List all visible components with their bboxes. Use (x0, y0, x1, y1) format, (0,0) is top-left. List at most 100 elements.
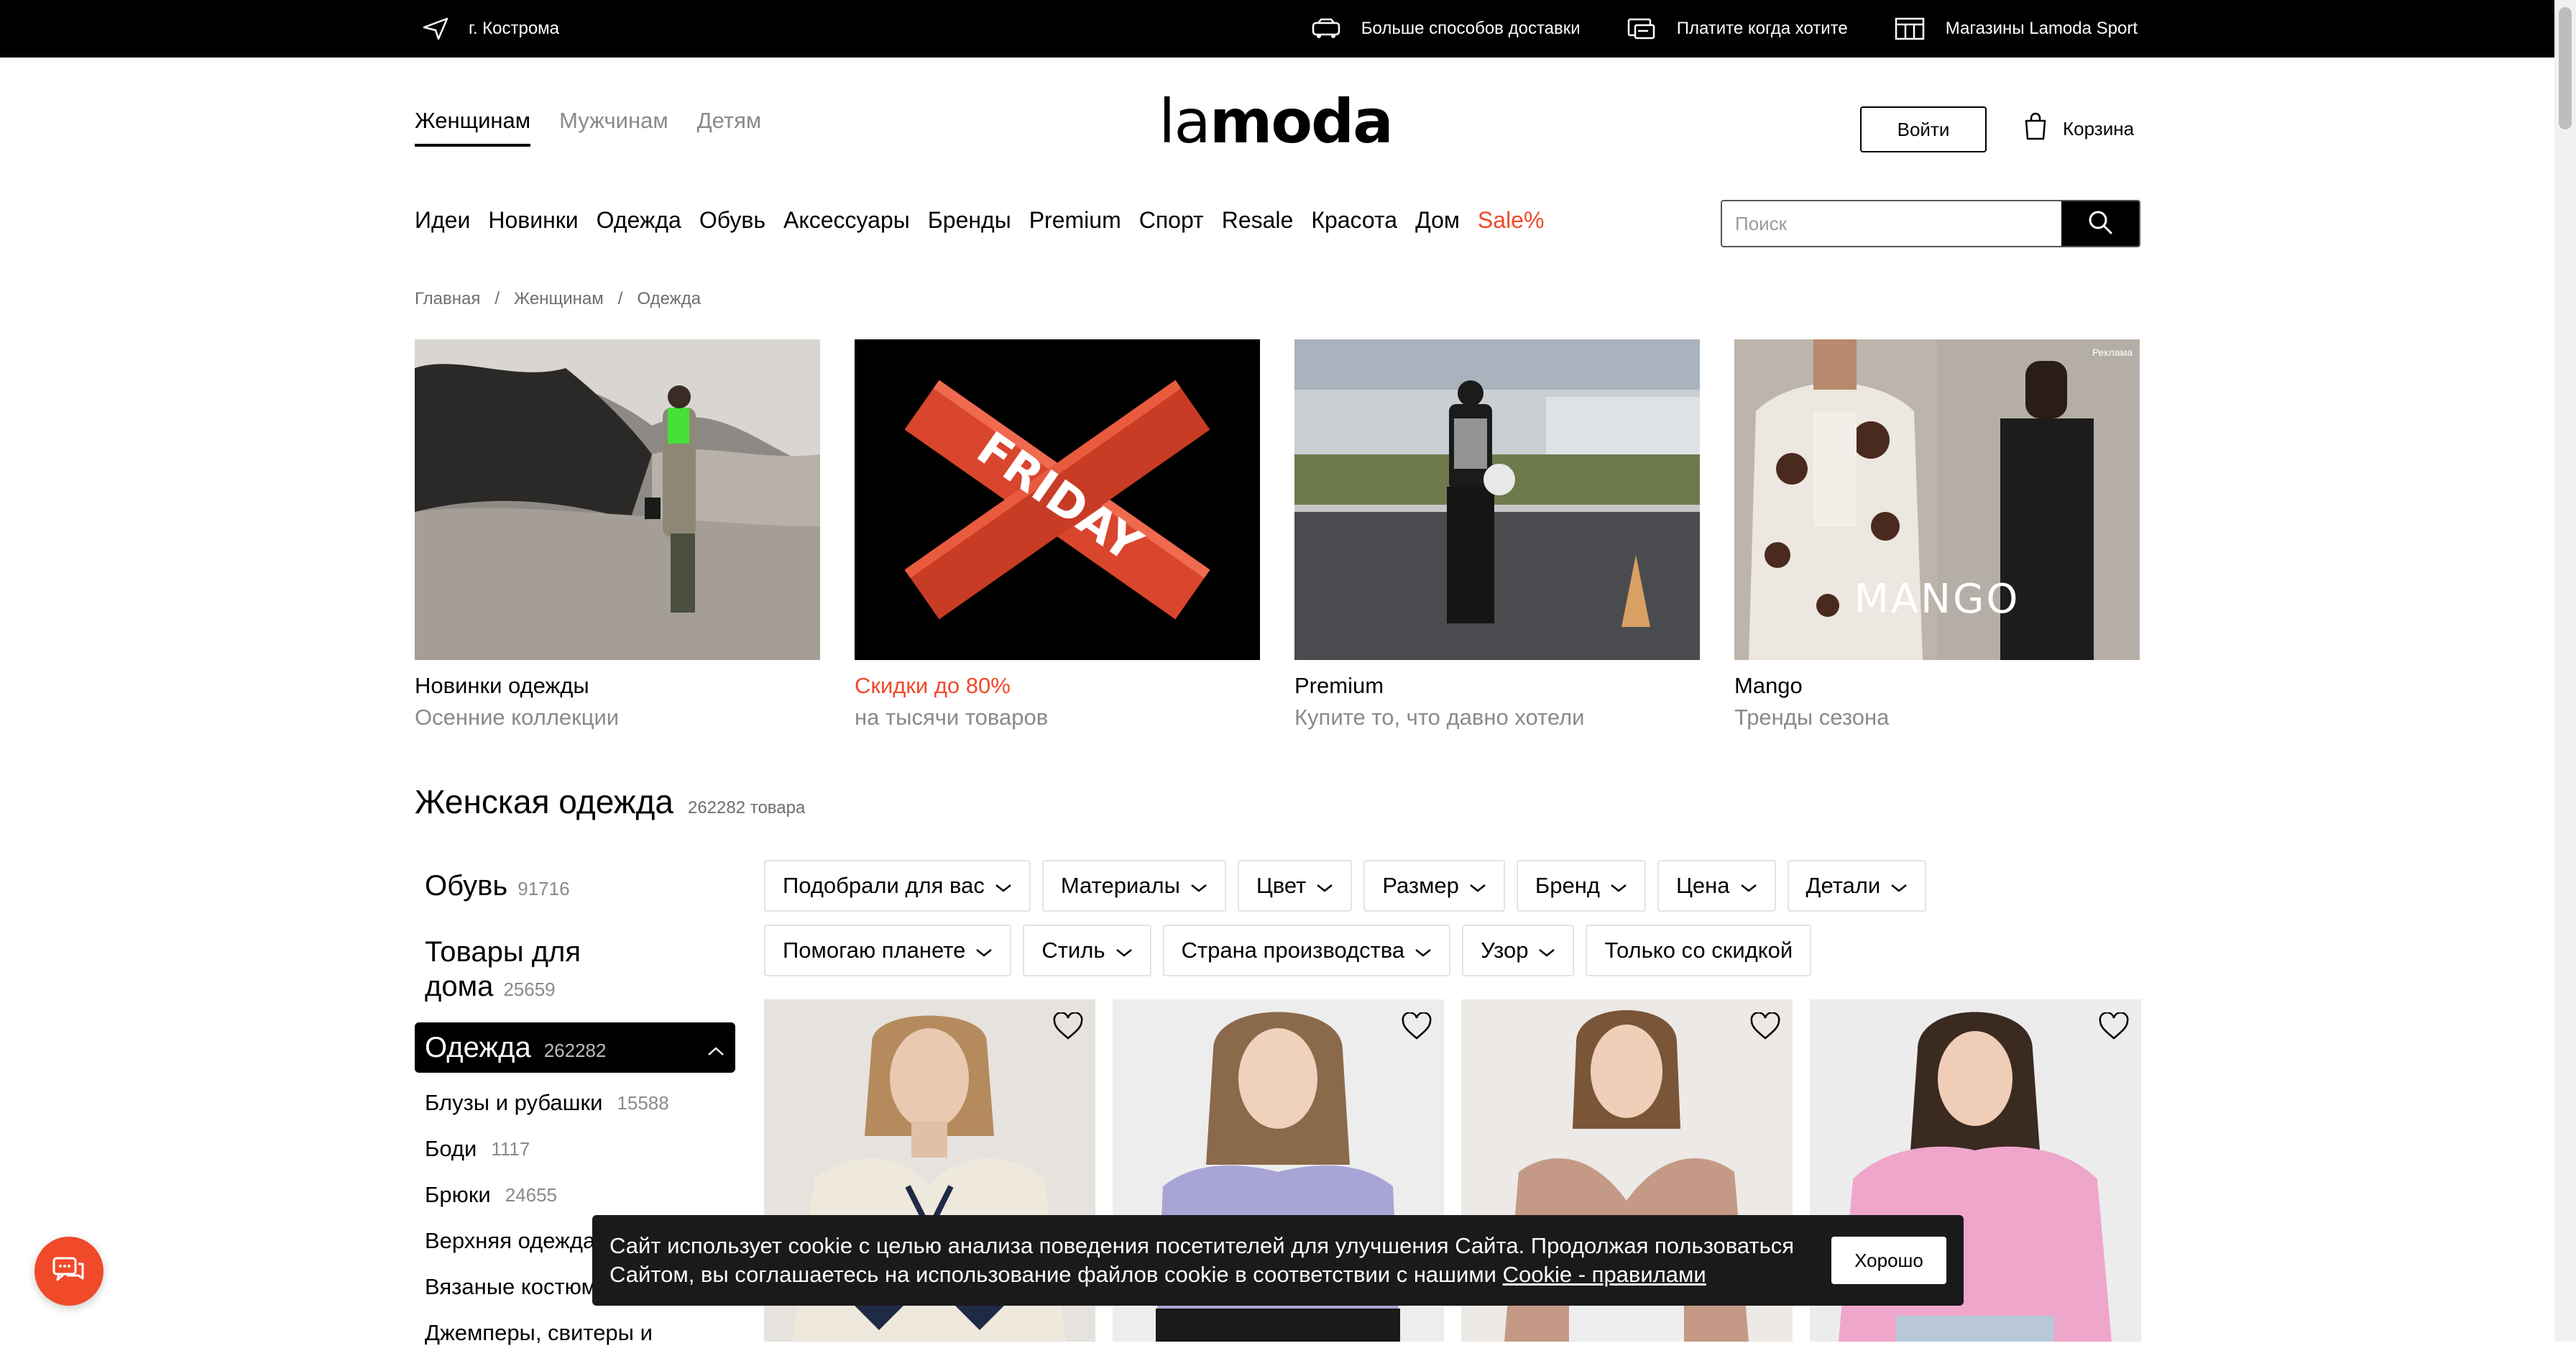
chevron-down-icon (975, 938, 993, 963)
cookie-text-line1: Сайт использует cookie с целью анализа п… (610, 1233, 1795, 1258)
sidebar-item-clothing[interactable]: Одежда 262282 (415, 1022, 735, 1073)
promo-image (415, 339, 820, 660)
wallet-icon (1627, 17, 1657, 41)
nav-new[interactable]: Новинки (488, 207, 578, 234)
filter-label: Цена (1675, 873, 1730, 898)
nav-premium[interactable]: Premium (1029, 207, 1121, 234)
heart-icon[interactable] (1401, 1012, 1432, 1045)
sidebar-item-label-line2: дома (425, 971, 494, 1002)
sidebar-subitem-count: 15588 (617, 1091, 669, 1114)
promo-card-new[interactable]: Новинки одежды Осенние коллекции (415, 339, 820, 730)
chevron-down-icon (1538, 938, 1555, 963)
promo-card-premium[interactable]: Premium Купите то, что давно хотели (1294, 339, 1700, 730)
filter-style[interactable]: Стиль (1023, 925, 1151, 976)
promo-card-sale[interactable]: FRIDAY Скидки до 80% на тысячи товаров (855, 339, 1260, 730)
sidebar-subitem-count: 24655 (505, 1183, 558, 1206)
breadcrumb-home[interactable]: Главная (415, 289, 480, 309)
scrollbar-thumb[interactable] (2559, 7, 2572, 129)
nav-resale[interactable]: Resale (1222, 207, 1294, 234)
city-selector[interactable]: г. Кострома (421, 0, 559, 58)
chevron-down-icon (1116, 938, 1133, 963)
cookie-accept-button[interactable]: Хорошо (1831, 1237, 1946, 1284)
tab-women[interactable]: Женщинам (415, 108, 531, 147)
nav-home[interactable]: Дом (1415, 207, 1460, 234)
filter-label: Подобрали для вас (783, 873, 985, 898)
delivery-link-label: Больше способов доставки (1361, 19, 1581, 38)
sidebar-subitem[interactable]: Боди 1117 (415, 1126, 735, 1172)
search-icon (2086, 208, 2115, 240)
filter-size[interactable]: Размер (1363, 860, 1505, 912)
cookie-policy-link[interactable]: Cookie - правилами (1503, 1262, 1706, 1287)
tab-kids[interactable]: Детям (697, 108, 762, 147)
filter-label: Помогаю планете (783, 938, 966, 963)
nav-clothing[interactable]: Одежда (597, 207, 681, 234)
sidebar-item-home-goods[interactable]: Товары для дома 25659 (415, 926, 735, 1015)
nav-ideas[interactable]: Идеи (415, 207, 470, 234)
filter-recommended[interactable]: Подобрали для вас (764, 860, 1031, 912)
filter-details[interactable]: Детали (1787, 860, 1927, 912)
login-button[interactable]: Войти (1860, 106, 1987, 152)
delivery-link[interactable]: Больше способов доставки (1311, 17, 1581, 40)
nav-sale[interactable]: Sale% (1478, 207, 1545, 234)
nav-shoes[interactable]: Обувь (699, 207, 765, 234)
nav-accessories[interactable]: Аксессуары (783, 207, 910, 234)
breadcrumb-women[interactable]: Женщинам (514, 289, 604, 309)
cart-button[interactable]: Корзина (2023, 112, 2134, 146)
sidebar-subitem-label: Брюки (425, 1182, 491, 1207)
nav-sport[interactable]: Спорт (1139, 207, 1204, 234)
promo-image: MANGO Реклама (1734, 339, 2140, 660)
chevron-down-icon (1469, 873, 1486, 899)
sidebar-item-label: Обувь (425, 870, 508, 902)
cookie-banner: Сайт использует cookie с целью анализа п… (592, 1215, 1964, 1306)
heart-icon[interactable] (1052, 1012, 1084, 1045)
promo-subtitle: Осенние коллекции (415, 705, 620, 730)
filter-color[interactable]: Цвет (1237, 860, 1353, 912)
tab-men[interactable]: Мужчинам (559, 108, 668, 147)
search-button[interactable] (2061, 201, 2139, 246)
filter-label: Бренд (1535, 873, 1600, 898)
chat-icon (52, 1254, 86, 1289)
cart-bag-icon (2023, 112, 2048, 146)
heart-icon[interactable] (1749, 1012, 1781, 1045)
promo-subtitle: на тысячи товаров (855, 705, 1049, 730)
lamoda-logo[interactable]: lamoda (1159, 86, 1394, 157)
page-scrollbar[interactable] (2554, 0, 2576, 1342)
breadcrumb-clothing[interactable]: Одежда (637, 289, 701, 309)
pay-later-link[interactable]: Платите когда хотите (1627, 17, 1848, 41)
sidebar-subitem-label: Вязаные костюмы (425, 1274, 613, 1299)
nav-brands[interactable]: Бренды (928, 207, 1011, 234)
promo-card-mango[interactable]: MANGO Реклама Mango Тренды сезона (1734, 339, 2140, 730)
promo-row: Новинки одежды Осенние коллекции FRIDAY … (415, 339, 2140, 730)
chevron-down-icon (1890, 873, 1908, 899)
main-nav: Идеи Новинки Одежда Обувь Аксессуары Бре… (415, 207, 1562, 234)
stores-link[interactable]: Магазины Lamoda Sport (1894, 17, 2138, 41)
sidebar-subitem-label: Верхняя одежда (425, 1228, 596, 1253)
chevron-up-icon (707, 1032, 725, 1064)
page-title: Женская одежда (415, 783, 673, 820)
sidebar-subitem[interactable]: Блузы и рубашки 15588 (415, 1080, 735, 1126)
search-input[interactable] (1722, 201, 2061, 246)
sidebar-subitem[interactable]: Джемперы, свитеры и (415, 1310, 735, 1356)
filter-discount-only[interactable]: Только со скидкой (1586, 925, 1812, 976)
ad-label: Реклама (2092, 347, 2133, 358)
filter-brand[interactable]: Бренд (1516, 860, 1646, 912)
filter-materials[interactable]: Материалы (1041, 860, 1226, 912)
chat-button[interactable] (34, 1237, 104, 1306)
filter-price[interactable]: Цена (1657, 860, 1776, 912)
top-bar: г. Кострома Больше способов доставки Пла… (0, 0, 2576, 58)
promo-title: Mango (1734, 673, 1803, 698)
sidebar-item-shoes[interactable]: Обувь 91716 (415, 860, 735, 915)
promo-title: Скидки до 80% (855, 673, 1011, 698)
filter-eco[interactable]: Помогаю планете (764, 925, 1012, 976)
nav-beauty[interactable]: Красота (1311, 207, 1397, 234)
filter-label: Размер (1382, 873, 1459, 898)
filter-label: Только со скидкой (1604, 938, 1793, 963)
sidebar-subitem[interactable]: Брюки 24655 (415, 1172, 735, 1218)
promo-title: Новинки одежды (415, 673, 589, 698)
heart-icon[interactable] (2098, 1012, 2130, 1045)
filter-country[interactable]: Страна производства (1162, 925, 1451, 976)
sidebar-subitem-count: 1117 (491, 1137, 530, 1160)
sidebar-subitem-label: Блузы и рубашки (425, 1090, 603, 1115)
filter-label: Страна производства (1181, 938, 1405, 963)
filter-pattern[interactable]: Узор (1462, 925, 1575, 976)
